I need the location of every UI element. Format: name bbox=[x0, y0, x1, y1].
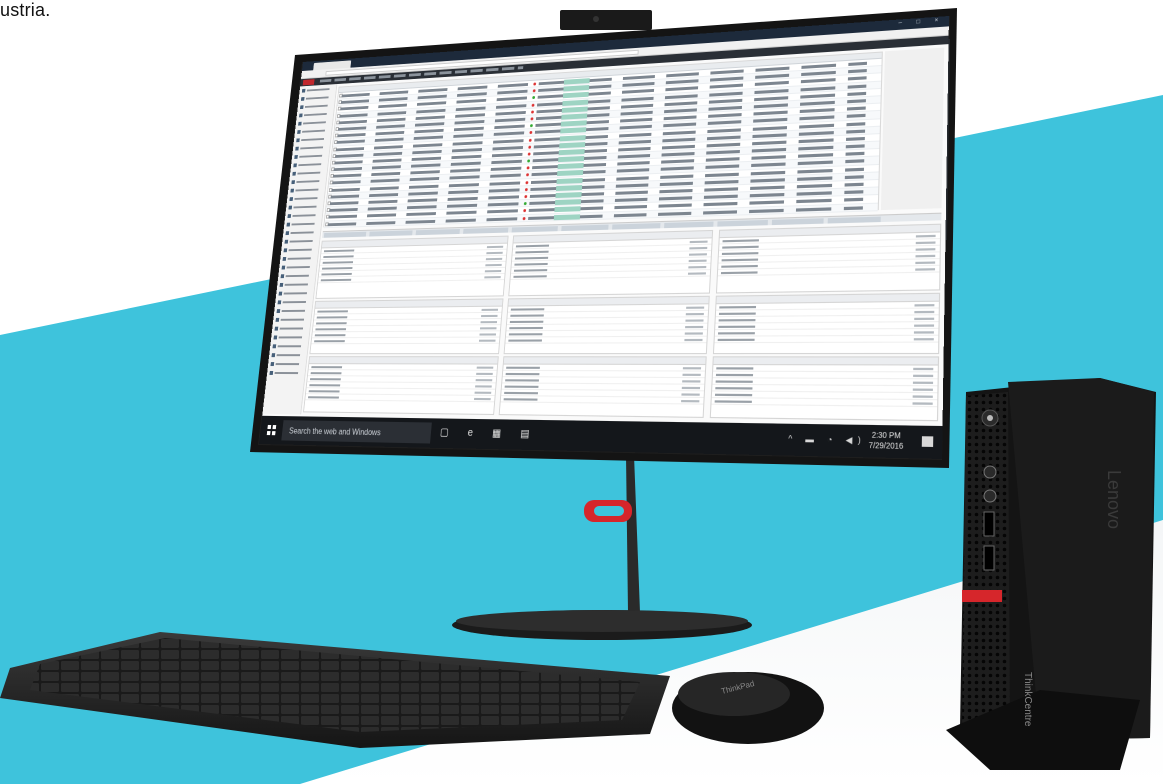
status-bar bbox=[556, 185, 582, 191]
status-bar bbox=[558, 163, 584, 169]
panel-patch bbox=[508, 230, 713, 296]
sidebar-item[interactable] bbox=[278, 289, 311, 297]
pc-model-label: ThinkCentre bbox=[1022, 672, 1033, 727]
sidebar-item[interactable] bbox=[274, 325, 307, 333]
window-controls[interactable]: – □ × bbox=[898, 17, 944, 26]
status-bar bbox=[557, 170, 583, 176]
table-scroll-area bbox=[881, 48, 944, 211]
status-dot bbox=[523, 217, 526, 220]
status-dot bbox=[529, 138, 532, 141]
detail-tab[interactable] bbox=[416, 229, 460, 235]
sidebar-item[interactable] bbox=[289, 194, 322, 203]
sidebar-item[interactable] bbox=[279, 280, 312, 288]
pc-red-accent bbox=[962, 590, 1002, 602]
sidebar-item[interactable] bbox=[285, 228, 318, 237]
sidebar-item[interactable] bbox=[280, 272, 313, 280]
detail-tab[interactable] bbox=[612, 223, 660, 230]
status-bar bbox=[554, 214, 580, 220]
sidebar-item[interactable] bbox=[287, 211, 320, 220]
panel-wireless bbox=[710, 356, 939, 421]
status-bar bbox=[555, 199, 581, 205]
panel-backups bbox=[499, 356, 707, 418]
panel-agent bbox=[309, 298, 503, 354]
status-bar bbox=[554, 207, 580, 213]
pc-brand-label: Lenovo bbox=[1104, 470, 1124, 529]
detail-tab[interactable] bbox=[512, 226, 558, 232]
detail-tab[interactable] bbox=[717, 220, 768, 227]
panel-row bbox=[505, 337, 706, 344]
detail-tab[interactable] bbox=[828, 217, 881, 224]
panel-row bbox=[305, 394, 494, 402]
status-dot bbox=[525, 181, 528, 184]
detail-tab[interactable] bbox=[324, 232, 367, 238]
sidebar-item[interactable] bbox=[292, 169, 325, 178]
status-bar bbox=[556, 178, 582, 184]
sidebar-item[interactable] bbox=[276, 307, 309, 315]
panel-custom-fields bbox=[504, 296, 710, 354]
detail-tab[interactable] bbox=[772, 218, 824, 225]
taskbar-search[interactable]: Search the web and Windows bbox=[281, 420, 432, 443]
status-bar bbox=[559, 149, 585, 155]
caption-text: ustria. bbox=[0, 0, 50, 21]
sidebar-item[interactable] bbox=[273, 333, 306, 341]
sidebar-item[interactable] bbox=[288, 203, 321, 212]
screen-content: – □ × Search the web and Windows ▢ e ▦ ▤… bbox=[259, 16, 949, 459]
status-dot bbox=[532, 103, 535, 106]
panel-antivirus bbox=[303, 356, 499, 415]
sidebar-item[interactable] bbox=[272, 342, 305, 350]
sidebar-item[interactable] bbox=[291, 177, 324, 186]
status-bar bbox=[558, 156, 584, 162]
sidebar-item[interactable] bbox=[283, 246, 316, 254]
system-tray-icons[interactable]: ^ ▬ ◔ ◀) bbox=[788, 434, 866, 446]
sidebar-item[interactable] bbox=[270, 360, 303, 368]
sidebar-item[interactable] bbox=[275, 316, 308, 324]
monitor-screen: – □ × Search the web and Windows ▢ e ▦ ▤… bbox=[259, 16, 949, 459]
detail-tab[interactable] bbox=[369, 230, 412, 236]
sidebar-item[interactable] bbox=[271, 351, 304, 359]
usb-port-1 bbox=[984, 512, 994, 536]
status-dot bbox=[528, 145, 531, 148]
detail-tab[interactable] bbox=[463, 228, 508, 234]
webcam bbox=[560, 10, 652, 30]
sidebar-item[interactable] bbox=[282, 254, 315, 262]
sidebar-item[interactable] bbox=[290, 186, 323, 195]
detail-tab[interactable] bbox=[664, 222, 714, 229]
status-bar bbox=[555, 192, 581, 198]
status-bar bbox=[559, 142, 585, 148]
clock-date: 7/29/2016 bbox=[864, 441, 909, 452]
panel-health bbox=[315, 236, 508, 299]
usb-port-2 bbox=[984, 546, 994, 570]
product-photo: Lenovo ThinkCentre ThinkPad ustria. – □ … bbox=[0, 0, 1163, 784]
panel-row bbox=[311, 338, 499, 345]
panel-row bbox=[501, 396, 704, 405]
sidebar-item[interactable] bbox=[277, 298, 310, 306]
panel-row bbox=[711, 398, 937, 407]
panel-monitor-settings bbox=[713, 293, 940, 354]
sidebar-item[interactable] bbox=[284, 237, 317, 246]
detail-tab[interactable] bbox=[561, 225, 608, 231]
sidebar-item[interactable] bbox=[286, 220, 319, 229]
panel-row bbox=[714, 336, 938, 343]
app-logo bbox=[303, 79, 315, 85]
taskbar-clock[interactable]: 2:30 PM 7/29/2016 bbox=[864, 431, 909, 453]
taskbar-pinned-icons[interactable]: ▢ e ▦ ▤ bbox=[440, 427, 539, 441]
action-center-icon[interactable] bbox=[922, 436, 933, 447]
sidebar-item[interactable] bbox=[269, 369, 303, 377]
panel-language bbox=[716, 224, 941, 294]
sidebar-item[interactable] bbox=[281, 263, 314, 271]
start-button[interactable] bbox=[267, 425, 277, 435]
